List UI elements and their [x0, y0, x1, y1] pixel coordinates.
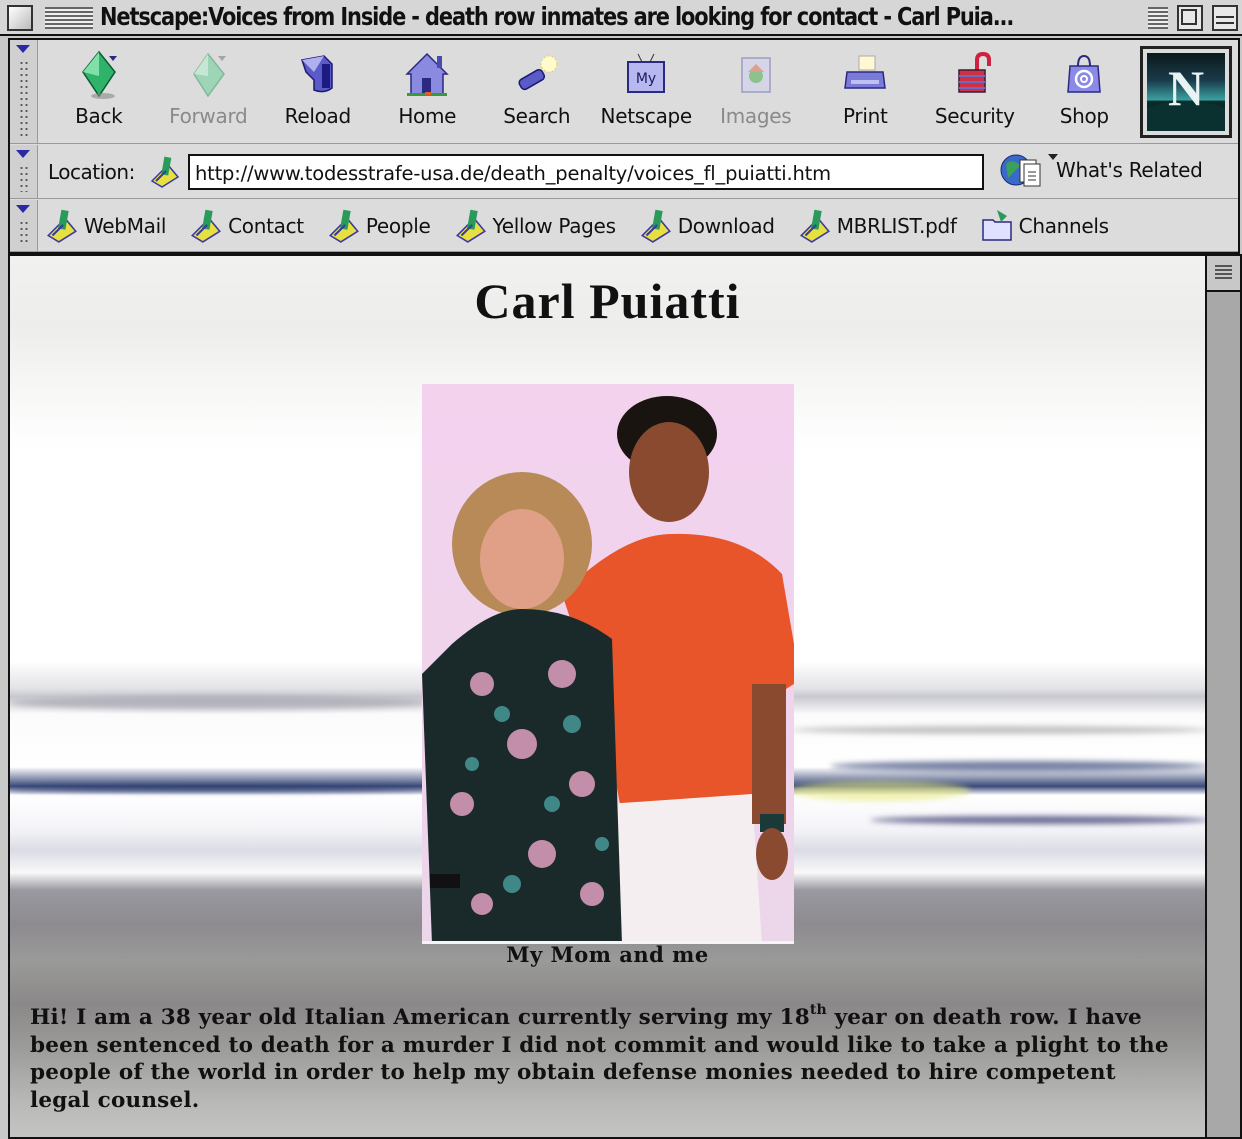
page-content-viewport[interactable]: Carl Puiatti My Mom and me Hi! I am a 38…	[8, 254, 1205, 1139]
home-label: Home	[398, 104, 457, 128]
toolbar-collapse-grip[interactable]	[10, 200, 38, 251]
shop-label: Shop	[1059, 104, 1109, 128]
bookmark-channels[interactable]: Channels	[979, 208, 1109, 244]
collapse-triangle-icon	[16, 205, 30, 213]
bookmark-icon	[453, 208, 489, 244]
background-sun-glow	[790, 781, 970, 801]
bookmark-contact[interactable]: Contact	[188, 208, 304, 244]
bookmark-mbrlist-pdf[interactable]: MBRLIST.pdf	[797, 208, 957, 244]
personal-toolbar: WebMail Contact People Yellow Pages Down…	[10, 200, 1238, 252]
my-netscape-button[interactable]: My Netscape	[592, 46, 702, 138]
my-netscape-label: Netscape	[600, 104, 693, 128]
nav-buttons: Back Forward Reload Home Search My Netsc…	[44, 46, 1139, 138]
bookmark-icon	[638, 208, 674, 244]
location-url-input[interactable]: http://www.todesstrafe-usa.de/death_pena…	[188, 154, 984, 190]
search-label: Search	[503, 104, 571, 128]
whats-related-globe-icon	[1000, 150, 1058, 190]
personal-toolbar-items: WebMail Contact People Yellow Pages Down…	[44, 206, 1131, 246]
close-box-button[interactable]	[7, 5, 33, 31]
print-label: Print	[842, 104, 888, 128]
reload-icon	[294, 50, 342, 102]
channels-folder-icon	[979, 208, 1015, 244]
bookmark-yellow-pages[interactable]: Yellow Pages	[453, 208, 616, 244]
title-bar-stripes	[45, 7, 93, 29]
toolbar-area: Back Forward Reload Home Search My Netsc…	[8, 38, 1240, 254]
bookmark-people[interactable]: People	[326, 208, 431, 244]
netscape-throbber-logo[interactable]: N	[1140, 46, 1232, 138]
toolbar-collapse-grip[interactable]	[10, 40, 38, 143]
grip-dots-icon	[19, 220, 29, 245]
photo-illustration	[422, 384, 794, 941]
scrollbar-thumb[interactable]	[1207, 256, 1240, 292]
my-netscape-icon: My	[622, 50, 670, 102]
forward-arrow-icon	[184, 50, 232, 102]
collapse-box-button[interactable]	[1212, 5, 1238, 31]
bookmark-icon	[797, 208, 833, 244]
bookmark-download[interactable]: Download	[638, 208, 775, 244]
photo-caption: My Mom and me	[506, 942, 709, 967]
bookmark-icon	[188, 208, 224, 244]
title-bar-stripes	[1148, 7, 1168, 29]
home-button[interactable]: Home	[373, 46, 483, 138]
bookmark-label: Contact	[228, 214, 304, 238]
shopping-bag-icon	[1060, 50, 1108, 102]
window-title: Netscape:Voices from Inside - death row …	[100, 2, 1014, 31]
printer-icon	[841, 50, 889, 102]
padlock-icon	[951, 50, 999, 102]
bookmark-label: Download	[677, 214, 775, 238]
bookmark-label: Yellow Pages	[492, 214, 616, 238]
back-button[interactable]: Back	[44, 46, 154, 138]
background-cloud-streak	[870, 816, 1205, 824]
reload-button[interactable]: Reload	[263, 46, 373, 138]
search-button[interactable]: Search	[482, 46, 592, 138]
netscape-logo-letter: N	[1167, 60, 1205, 116]
page-heading: Carl Puiatti	[474, 273, 741, 329]
vertical-scrollbar[interactable]	[1205, 254, 1242, 1139]
images-icon	[732, 50, 780, 102]
security-label: Security	[934, 104, 1015, 128]
bookmark-label: MBRLIST.pdf	[836, 214, 957, 238]
background-cloud-streak	[10, 786, 430, 792]
zoom-box-button[interactable]	[1177, 5, 1203, 31]
bookmark-label: People	[365, 214, 431, 238]
forward-label: Forward	[169, 104, 248, 128]
back-arrow-icon	[75, 50, 123, 102]
bookmark-label: WebMail	[84, 214, 167, 238]
page-proxy-bookmark-icon[interactable]	[148, 155, 182, 189]
toolbar-collapse-grip[interactable]	[10, 145, 38, 198]
background-cloud-streak	[790, 726, 1205, 734]
whats-related-label: What's Related	[1056, 158, 1203, 182]
grip-dots-icon	[19, 165, 29, 192]
intro-paragraph: Hi! I am a 38 year old Italian American …	[30, 1002, 1180, 1114]
intro-text-part1: Hi! I am a 38 year old Italian American …	[30, 1005, 810, 1030]
reload-label: Reload	[284, 104, 352, 128]
home-icon	[403, 50, 451, 102]
bookmark-icon	[326, 208, 362, 244]
images-label: Images	[720, 104, 792, 128]
back-label: Back	[75, 104, 123, 128]
whats-related-button[interactable]: What's Related	[1000, 150, 1203, 190]
location-toolbar: Location: http://www.todesstrafe-usa.de/…	[10, 145, 1238, 199]
forward-button[interactable]: Forward	[154, 46, 264, 138]
svg-text:My: My	[636, 71, 656, 87]
collapse-triangle-icon	[16, 45, 30, 53]
images-button[interactable]: Images	[701, 46, 811, 138]
navigation-toolbar: Back Forward Reload Home Search My Netsc…	[10, 40, 1238, 144]
collapse-triangle-icon	[16, 150, 30, 158]
search-flashlight-icon	[513, 50, 561, 102]
bookmark-label: Channels	[1018, 214, 1109, 238]
background-cloud-streak	[830, 761, 1205, 771]
grip-dots-icon	[19, 60, 29, 137]
location-label: Location:	[48, 160, 135, 184]
shop-button[interactable]: Shop	[1030, 46, 1140, 138]
print-button[interactable]: Print	[811, 46, 921, 138]
ordinal-suffix: th	[809, 1002, 827, 1018]
window-title-bar[interactable]: Netscape:Voices from Inside - death row …	[0, 0, 1242, 36]
bookmark-icon	[44, 208, 80, 244]
background-cloud-streak	[10, 696, 430, 710]
bookmark-webmail[interactable]: WebMail	[44, 208, 166, 244]
security-button[interactable]: Security	[920, 46, 1030, 138]
photo-mom-and-son	[422, 384, 794, 944]
